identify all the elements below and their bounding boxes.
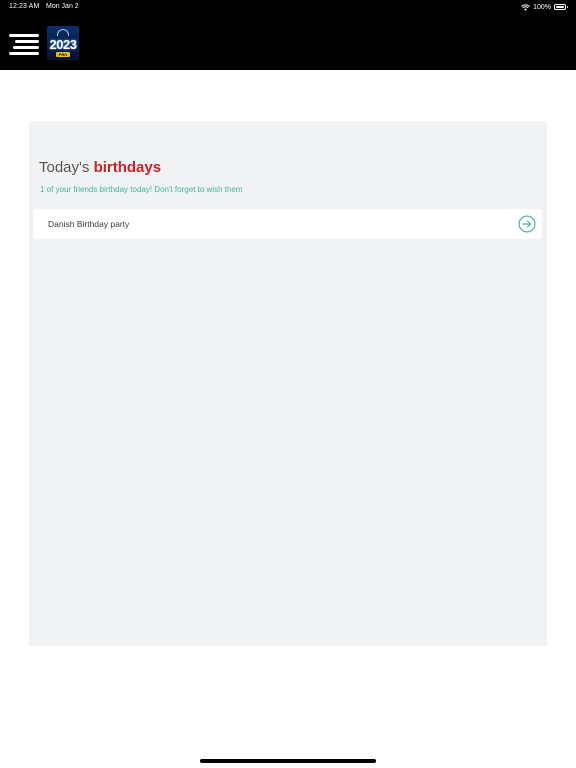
battery-icon [554, 4, 568, 10]
title-prefix: Today's [39, 159, 94, 176]
top-bar: 12:23 AM Mon Jan 2 100% 2023 PRO [0, 0, 576, 70]
wifi-icon [521, 3, 530, 11]
home-indicator[interactable] [200, 759, 376, 763]
birthdays-title: Today's birthdays [39, 159, 161, 176]
status-indicators: 100% [521, 2, 568, 12]
status-time: 12:23 AM [9, 3, 40, 10]
arrow-right-circle-icon[interactable] [518, 215, 536, 233]
app-logo[interactable]: 2023 PRO [47, 26, 79, 60]
birthdays-card: Today's birthdays 1 of your friends birt… [29, 121, 547, 646]
hamburger-menu-icon[interactable] [9, 34, 39, 56]
logo-pro-badge: PRO [56, 52, 70, 57]
crest-icon [57, 29, 69, 36]
birthdays-subtitle: 1 of your friends birthday today! Don't … [40, 185, 243, 194]
birthday-list-item[interactable]: Danish Birthday party [33, 209, 542, 239]
birthday-name: Danish Birthday party [48, 219, 130, 229]
status-date: Mon Jan 2 [46, 3, 79, 10]
title-accent: birthdays [93, 159, 162, 176]
logo-year: 2023 [49, 37, 77, 52]
battery-percentage: 100% [533, 3, 551, 11]
